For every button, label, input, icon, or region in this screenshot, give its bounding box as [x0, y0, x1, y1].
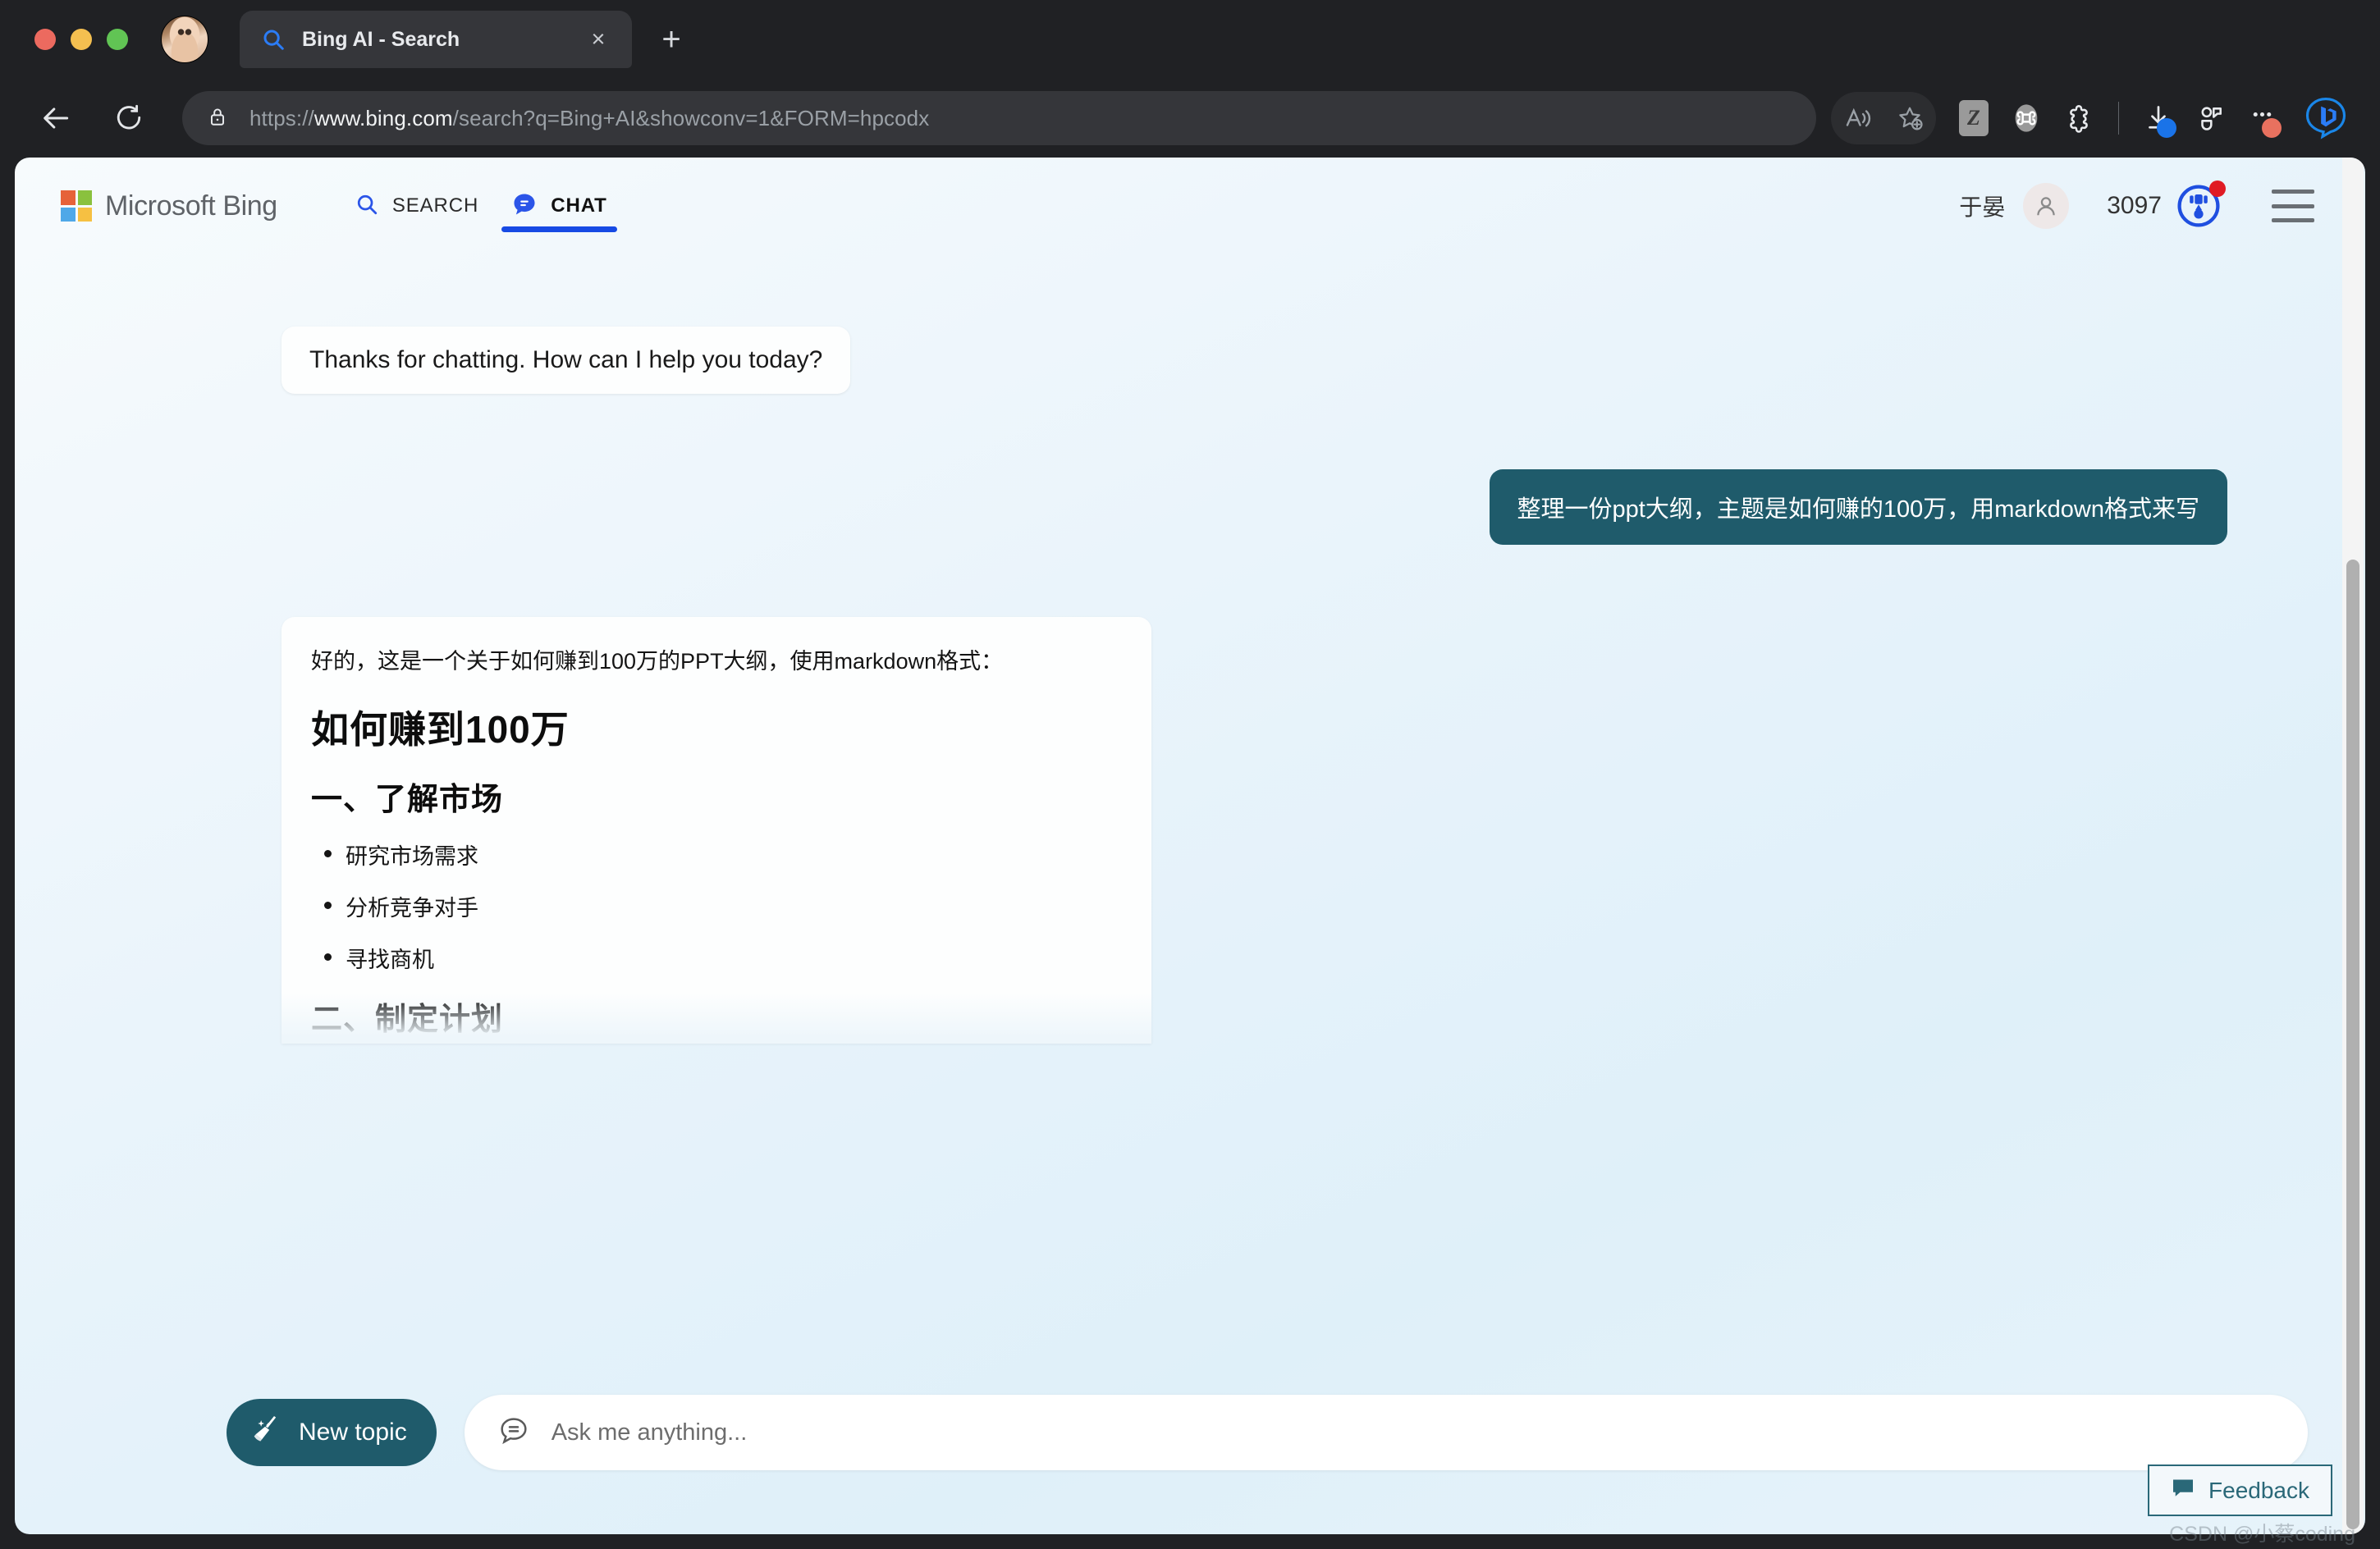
avatar[interactable]	[2023, 183, 2069, 229]
bing-chat-icon[interactable]	[2300, 92, 2352, 144]
browser-toolbar: Z	[1831, 92, 2352, 144]
add-favorite-icon[interactable]	[1883, 92, 1936, 144]
extension-z-glyph: Z	[1959, 100, 1989, 136]
search-icon	[261, 27, 286, 52]
puzzle-icon[interactable]	[2053, 92, 2105, 144]
user-message: 整理一份ppt大纲，主题是如何赚的100万，用markdown格式来写	[1490, 469, 2227, 545]
feedback-button[interactable]: Feedback	[2148, 1464, 2332, 1516]
feedback-label: Feedback	[2208, 1478, 2309, 1504]
back-button[interactable]	[31, 93, 82, 144]
tab-strip: Bing AI - Search × +	[0, 0, 2380, 79]
broom-icon	[251, 1413, 284, 1452]
chat-bubble-icon	[497, 1414, 530, 1451]
answer-intro: 好的，这是一个关于如何赚到100万的PPT大纲，使用markdown格式：	[311, 645, 1122, 679]
url-scheme: https://	[249, 106, 314, 130]
rewards-count: 3097	[2107, 192, 2162, 220]
page-scrollbar-thumb[interactable]	[2346, 560, 2359, 1529]
bing-tabs: SEARCH CHAT	[338, 167, 624, 245]
page-viewport: Microsoft Bing SEARCH	[15, 158, 2365, 1534]
ask-input[interactable]	[552, 1419, 2275, 1446]
composer: New topic	[15, 1395, 2365, 1470]
minimize-window-button[interactable]	[71, 29, 92, 50]
list-item: 寻找商机	[311, 942, 1122, 974]
url-path: /search?q=Bing+AI&showconv=1&FORM=hpcodx	[453, 106, 930, 130]
downloads-badge	[2157, 118, 2176, 138]
omnibox-actions-group	[1831, 92, 1936, 144]
maximize-window-button[interactable]	[107, 29, 128, 50]
url-text: https://www.bing.com/search?q=Bing+AI&sh…	[249, 106, 929, 131]
lock-icon	[207, 106, 228, 131]
more-badge	[2262, 118, 2282, 138]
new-tab-button[interactable]: +	[653, 23, 689, 56]
url-host: www.bing.com	[314, 106, 453, 130]
close-tab-button[interactable]: ×	[586, 28, 611, 52]
answer-section-heading: 二、制定计划	[311, 994, 1122, 1039]
browser-tab[interactable]: Bing AI - Search ×	[240, 11, 632, 68]
tab-title: Bing AI - Search	[302, 28, 570, 52]
answer-section-list: 研究市场需求 分析竞争对手 寻找商机	[311, 838, 1122, 974]
browser-window: Bing AI - Search × + https://ww	[0, 0, 2380, 1549]
list-item: 分析竞争对手	[311, 890, 1122, 922]
rewards-medal-icon[interactable]	[2176, 184, 2221, 228]
tab-search-label: SEARCH	[392, 194, 478, 217]
bing-wordmark: Microsoft Bing	[105, 190, 277, 222]
hamburger-icon[interactable]	[2272, 190, 2314, 222]
microsoft-bing-logo[interactable]: Microsoft Bing	[61, 190, 277, 222]
command-icon[interactable]	[2000, 92, 2053, 144]
bing-header: Microsoft Bing SEARCH	[15, 158, 2365, 254]
bot-answer-card: 好的，这是一个关于如何赚到100万的PPT大纲，使用markdown格式： 如何…	[281, 617, 1151, 1044]
bot-greeting-message: Thanks for chatting. How can I help you …	[281, 327, 850, 394]
user-name: 于晏	[1959, 190, 2005, 222]
toolbar-divider	[2118, 102, 2119, 135]
search-icon	[355, 192, 379, 221]
window-controls	[34, 29, 128, 50]
downloads-icon[interactable]	[2132, 92, 2185, 144]
browser-profile-avatar[interactable]	[161, 16, 208, 63]
notification-dot	[2209, 180, 2226, 197]
feedback-bubble-icon	[2171, 1476, 2195, 1505]
answer-section-heading: 一、了解市场	[311, 774, 1122, 819]
new-topic-label: New topic	[299, 1419, 407, 1446]
extension-z-icon[interactable]: Z	[1947, 92, 2000, 144]
reload-button[interactable]	[103, 93, 154, 144]
close-window-button[interactable]	[34, 29, 56, 50]
chat-bubble-icon	[511, 191, 538, 222]
answer-title: 如何赚到100万	[311, 700, 1122, 754]
user-message-row: 整理一份ppt大纲，主题是如何赚的100万，用markdown格式来写	[72, 469, 2308, 545]
ask-input-wrapper[interactable]	[465, 1395, 2308, 1470]
list-item: 研究市场需求	[311, 838, 1122, 870]
tab-chat[interactable]: CHAT	[495, 167, 623, 245]
navigation-bar: https://www.bing.com/search?q=Bing+AI&sh…	[0, 79, 2380, 158]
address-bar[interactable]: https://www.bing.com/search?q=Bing+AI&sh…	[182, 91, 1816, 145]
read-aloud-icon[interactable]	[1831, 92, 1883, 144]
more-icon[interactable]	[2237, 92, 2290, 144]
chat-area: Thanks for chatting. How can I help you …	[15, 254, 2365, 1534]
bing-header-right: 于晏 3097	[1959, 183, 2314, 229]
tab-search[interactable]: SEARCH	[338, 167, 495, 245]
tab-chat-label: CHAT	[551, 194, 606, 217]
page-scrollbar[interactable]	[2342, 158, 2364, 1534]
collections-icon[interactable]	[2185, 92, 2237, 144]
watermark: CSDN @小蔡coding	[2169, 1518, 2355, 1547]
new-topic-button[interactable]: New topic	[227, 1399, 437, 1466]
microsoft-squares-icon	[61, 190, 92, 222]
